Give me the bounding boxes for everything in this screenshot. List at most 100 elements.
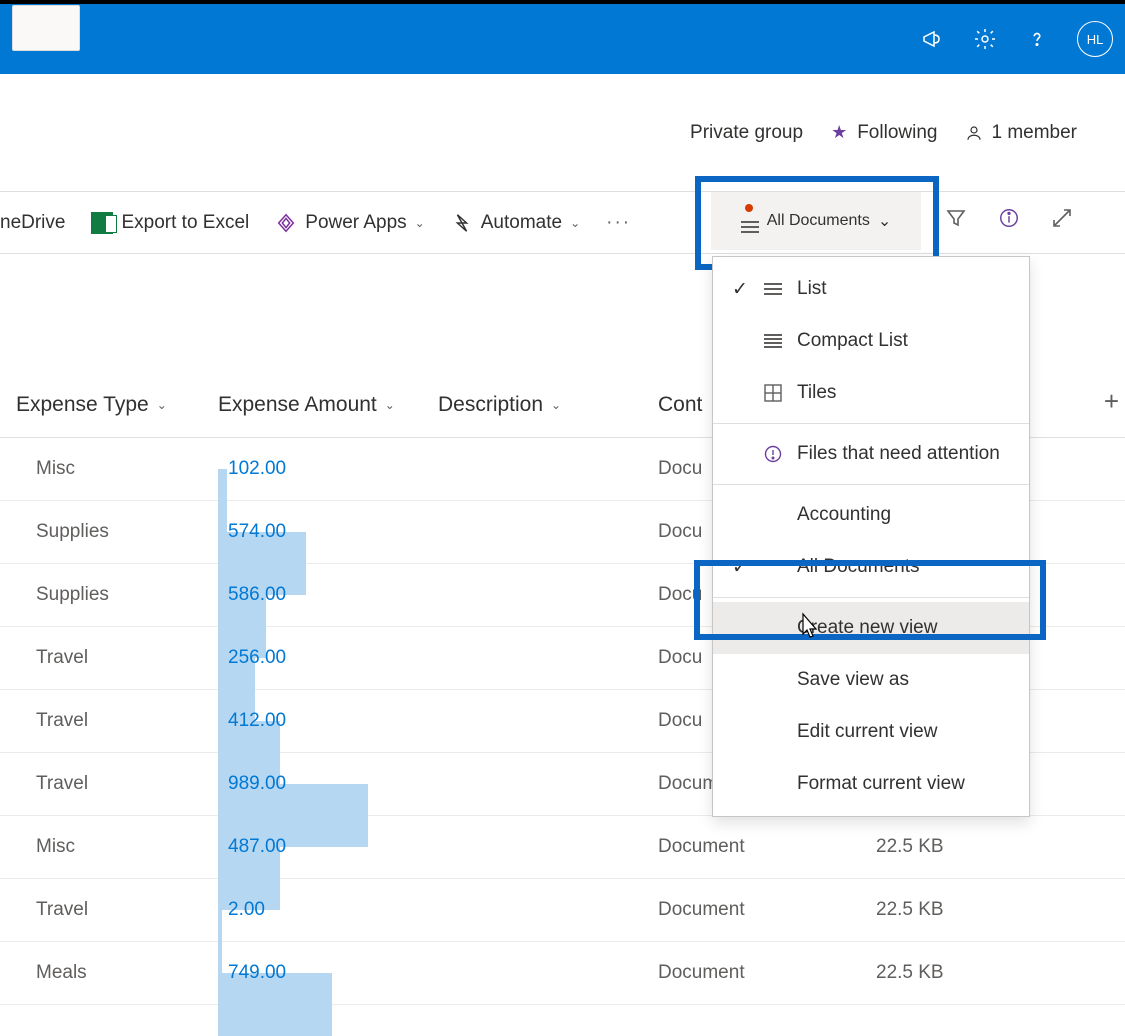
menu-label: Files that need attention: [797, 443, 1000, 465]
amount-value: 102.00: [228, 458, 286, 480]
cell-size: 22.5 KB: [876, 899, 1046, 921]
cell-size: 22.5 KB: [876, 962, 1046, 984]
info-icon[interactable]: [998, 207, 1020, 229]
cell-expense-type: Travel: [0, 773, 218, 795]
export-excel-button[interactable]: Export to Excel: [91, 212, 249, 234]
view-menu-list[interactable]: ✓ List: [713, 263, 1029, 315]
view-menu-accounting[interactable]: Accounting: [713, 489, 1029, 541]
chevron-down-icon: ⌄: [157, 398, 167, 412]
amount-value: 586.00: [228, 584, 286, 606]
amount-value: 487.00: [228, 836, 286, 858]
chevron-down-icon: ⌄: [385, 398, 395, 412]
view-menu-all-documents[interactable]: ✓ All Documents: [713, 541, 1029, 593]
cell-expense-type: Misc: [0, 458, 218, 480]
menu-label: Format current view: [797, 773, 965, 795]
menu-label: All Documents: [797, 556, 920, 578]
cell-expense-type: Supplies: [0, 584, 218, 606]
filter-icon[interactable]: [944, 206, 968, 230]
user-avatar[interactable]: HL: [1077, 21, 1113, 57]
view-menu-create-new-view[interactable]: Create new view: [713, 602, 1029, 654]
column-expense-amount[interactable]: Expense Amount ⌄: [218, 393, 438, 417]
cell-expense-type: Travel: [0, 710, 218, 732]
expand-icon[interactable]: [1050, 206, 1074, 230]
column-description[interactable]: Description ⌄: [438, 393, 658, 417]
table-row[interactable]: Travel 2.00 Document22.5 KB: [0, 879, 1125, 942]
table-row[interactable]: Meals749.00Document22.5 KB: [0, 942, 1125, 1005]
view-selector[interactable]: All Documents ⌄: [711, 192, 921, 250]
view-menu-format-current-view[interactable]: Format current view: [713, 758, 1029, 810]
view-menu-compact-list[interactable]: Compact List: [713, 315, 1029, 367]
add-column-button[interactable]: +: [1104, 386, 1119, 417]
menu-label: List: [797, 278, 827, 300]
table-row[interactable]: Misc 487.00 Document22.5 KB: [0, 816, 1125, 879]
person-icon: [965, 124, 983, 142]
app-launcher[interactable]: [12, 5, 80, 51]
cell-expense-type: Travel: [0, 647, 218, 669]
amount-value: 256.00: [228, 647, 286, 669]
automate-button[interactable]: Automate ⌄: [451, 212, 580, 234]
chevron-down-icon: ⌄: [415, 216, 425, 230]
menu-separator: [713, 423, 1029, 424]
view-menu-save-view-as[interactable]: Save view as: [713, 654, 1029, 706]
amount-value: 574.00: [228, 521, 286, 543]
check-icon: ✓: [731, 278, 749, 301]
members-group[interactable]: 1 member: [965, 122, 1077, 144]
menu-separator: [713, 597, 1029, 598]
cell-size: 22.5 KB: [876, 836, 1046, 858]
view-menu-edit-current-view[interactable]: Edit current view: [713, 706, 1029, 758]
view-menu: ✓ List Compact List Tiles Files that nee…: [712, 256, 1030, 817]
menu-label: Tiles: [797, 382, 836, 404]
column-label: Cont: [658, 393, 702, 417]
site-header: Private group ★ Following 1 member: [0, 74, 1125, 192]
cell-expense-type: Supplies: [0, 521, 218, 543]
megaphone-icon[interactable]: [921, 27, 945, 51]
powerapps-icon: [275, 212, 297, 234]
column-expense-type[interactable]: Expense Type ⌄: [0, 393, 218, 417]
excel-icon: [91, 212, 113, 234]
avatar-initials: HL: [1087, 32, 1104, 47]
cell-expense-type: Meals: [0, 962, 218, 984]
column-label: Expense Type: [16, 393, 149, 417]
gear-icon[interactable]: [973, 27, 997, 51]
column-label: Expense Amount: [218, 393, 377, 417]
amount-bar: [218, 910, 222, 973]
chevron-down-icon: ⌄: [878, 211, 891, 231]
menu-label: Accounting: [797, 504, 891, 526]
export-excel-label: Export to Excel: [121, 212, 249, 234]
star-icon: ★: [831, 122, 847, 143]
help-icon[interactable]: [1025, 27, 1049, 51]
compact-list-icon: [763, 334, 783, 348]
notification-dot-icon: [745, 204, 753, 212]
menu-separator: [713, 484, 1029, 485]
list-icon: [763, 283, 783, 295]
automate-icon: [451, 212, 473, 234]
cell-content-type: Document: [658, 899, 876, 921]
cell-content-type: Document: [658, 836, 876, 858]
privacy-label: Private group: [690, 122, 803, 144]
members-label: 1 member: [991, 122, 1077, 144]
menu-label: Save view as: [797, 669, 909, 691]
power-apps-label: Power Apps: [305, 212, 406, 234]
amount-bar: [218, 469, 227, 532]
cell-expense-type: Misc: [0, 836, 218, 858]
view-action-icons: [944, 206, 1074, 230]
following-label[interactable]: Following: [857, 122, 937, 144]
ellipsis-icon[interactable]: ···: [606, 212, 631, 234]
menu-label: Edit current view: [797, 721, 937, 743]
chevron-down-icon: ⌄: [551, 398, 561, 412]
menu-label: Compact List: [797, 330, 908, 352]
power-apps-button[interactable]: Power Apps ⌄: [275, 212, 424, 234]
view-menu-files-attention[interactable]: Files that need attention: [713, 428, 1029, 480]
check-icon: ✓: [731, 556, 749, 579]
list-icon: [741, 221, 759, 233]
amount-value: 749.00: [228, 962, 286, 984]
automate-label: Automate: [481, 212, 562, 234]
cell-expense-type: Travel: [0, 899, 218, 921]
attention-icon: [763, 445, 783, 463]
amount-value: 989.00: [228, 773, 286, 795]
view-selector-label: All Documents: [767, 212, 870, 230]
amount-value: 412.00: [228, 710, 286, 732]
amount-value: 2.00: [228, 899, 265, 921]
sync-onedrive-button[interactable]: neDrive: [0, 212, 65, 234]
view-menu-tiles[interactable]: Tiles: [713, 367, 1029, 419]
